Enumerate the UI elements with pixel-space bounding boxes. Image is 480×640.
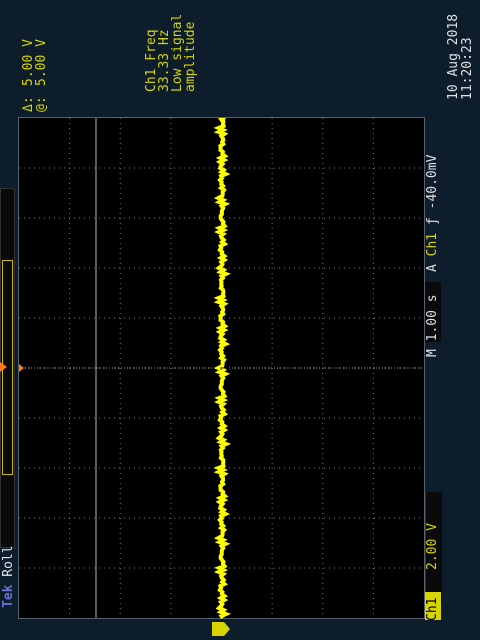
graticule: 1 — [19, 118, 424, 620]
measurement-warning-line2: amplitude — [183, 21, 198, 92]
acquisition-mode: Tek Roll — [1, 545, 16, 608]
ch1-ground-marker[interactable] — [212, 622, 230, 636]
waveform-display[interactable]: 1 — [18, 117, 425, 620]
cursor-readout: Δ:5.00 V @:5.00 V — [21, 39, 49, 112]
trigger-source: Ch1 — [425, 232, 440, 257]
trigger-readout: A Ch1 ƒ -40.0mV — [425, 154, 440, 272]
acquisition-mode-text: Roll — [1, 545, 16, 577]
cursor-at-label: @: — [34, 96, 49, 112]
trigger-position-marker[interactable] — [0, 362, 7, 372]
trigger-level: -40.0mV — [425, 154, 440, 210]
ch1-trace-label: 1 — [220, 366, 230, 371]
trigger-mode: A — [425, 264, 440, 272]
cursor-at-value: 5.00 V — [34, 39, 49, 86]
tek-logo: Tek — [1, 584, 16, 608]
trigger-slope-icon: ƒ — [425, 217, 440, 226]
ch1-vertical-scale: 2.00 V — [425, 523, 440, 570]
trigger-level-marker — [19, 364, 24, 372]
measurement-readout: Ch1 Freq 33.33 Hz Low signal amplitude — [144, 14, 198, 92]
timebase-readout: M 1.00 s — [425, 294, 440, 357]
datetime-readout: 10 Aug 2018 11:20:23 — [446, 13, 475, 100]
ch1-label: Ch1 — [425, 597, 440, 621]
time-text: 11:20:23 — [460, 37, 475, 100]
date-text: 10 Aug 2018 — [446, 13, 461, 100]
